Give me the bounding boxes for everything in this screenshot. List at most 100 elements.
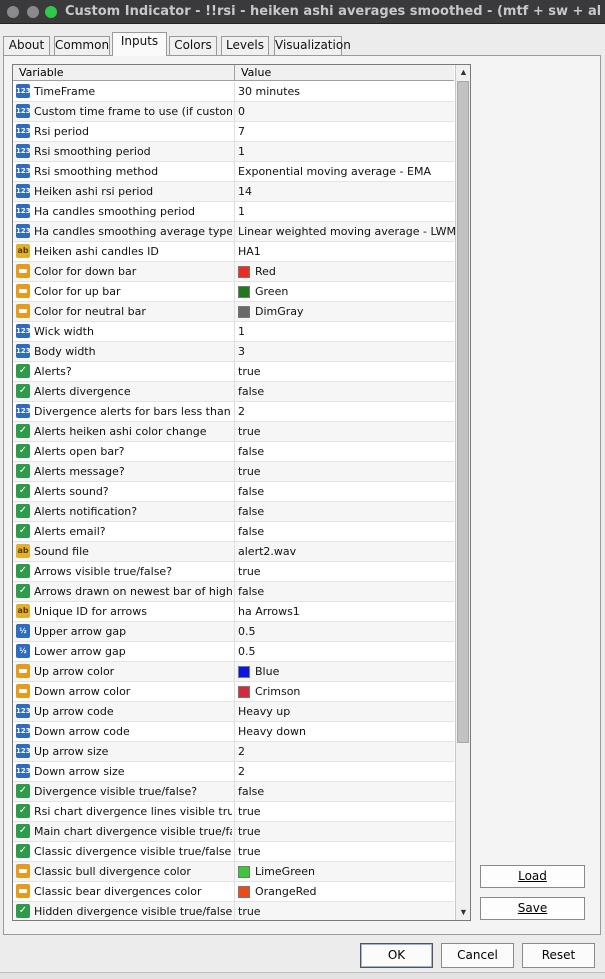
value-cell[interactable]: 30 minutes [235, 82, 454, 102]
value-cell[interactable]: false [235, 382, 454, 402]
value-cell[interactable]: 1 [235, 142, 454, 162]
table-row[interactable]: ½ Lower arrow gap 0.5 [13, 642, 454, 662]
value-cell[interactable]: ha Arrows1 [235, 602, 454, 622]
value-cell[interactable]: Heavy down [235, 722, 454, 742]
value-cell[interactable]: Blue [235, 662, 454, 682]
vertical-scrollbar[interactable]: ▲ ▼ [455, 65, 470, 920]
table-row[interactable]: ✓ Rsi chart divergence lines visible true… [13, 802, 454, 822]
value-cell[interactable]: 7 [235, 122, 454, 142]
value-cell[interactable]: true [235, 562, 454, 582]
value-cell[interactable]: 1 [235, 322, 454, 342]
value-cell[interactable]: 2 [235, 742, 454, 762]
table-row[interactable]: Classic bull divergence color LimeGreen [13, 862, 454, 882]
value-cell[interactable]: 1 [235, 202, 454, 222]
column-header-value[interactable]: Value [235, 65, 454, 81]
scroll-down-icon[interactable]: ▼ [456, 905, 470, 920]
table-row[interactable]: ✓ Alerts sound? false [13, 482, 454, 502]
value-cell[interactable]: Linear weighted moving average - LWMA [235, 222, 463, 242]
value-cell[interactable]: false [235, 502, 454, 522]
value-cell[interactable]: true [235, 802, 454, 822]
table-row[interactable]: ab Heiken ashi candles ID HA1 [13, 242, 454, 262]
table-row[interactable]: ✓ Divergence visible true/false? false [13, 782, 454, 802]
table-row[interactable]: ½ Upper arrow gap 0.5 [13, 622, 454, 642]
table-row[interactable]: 123 Ha candles smoothing period 1 [13, 202, 454, 222]
table-row[interactable]: ✓ Alerts email? false [13, 522, 454, 542]
value-cell[interactable]: true [235, 362, 454, 382]
table-row[interactable]: ✓ Alerts notification? false [13, 502, 454, 522]
value-cell[interactable]: Red [235, 262, 454, 282]
value-cell[interactable]: Heavy up [235, 702, 454, 722]
value-cell[interactable]: Crimson [235, 682, 454, 702]
value-cell[interactable]: 0.5 [235, 622, 454, 642]
table-row[interactable]: 123 Up arrow code Heavy up [13, 702, 454, 722]
value-cell[interactable]: alert2.wav [235, 542, 454, 562]
value-cell[interactable]: true [235, 842, 454, 862]
close-window-icon[interactable] [7, 6, 19, 18]
value-cell[interactable]: 0 [235, 102, 454, 122]
cancel-button[interactable]: Cancel [441, 943, 514, 968]
table-row[interactable]: ✓ Arrows drawn on newest bar of highe... f… [13, 582, 454, 602]
table-row[interactable]: ✓ Classic divergence visible true/false? t… [13, 842, 454, 862]
value-cell[interactable]: true [235, 422, 454, 442]
value-cell[interactable]: DimGray [235, 302, 454, 322]
value-cell[interactable]: false [235, 582, 454, 602]
value-cell[interactable]: Exponential moving average - EMA [235, 162, 454, 182]
table-row[interactable]: 123 TimeFrame 30 minutes [13, 82, 454, 102]
table-row[interactable]: 123Custom time frame to use (if custom t… [13, 102, 454, 122]
value-cell[interactable]: OrangeRed [235, 882, 454, 902]
table-row[interactable]: ab Sound file alert2.wav [13, 542, 454, 562]
reset-button[interactable]: Reset [522, 943, 595, 968]
table-row[interactable]: ✓ Alerts divergence false [13, 382, 454, 402]
table-row[interactable]: ✓ Arrows visible true/false? true [13, 562, 454, 582]
value-cell[interactable]: 2 [235, 762, 454, 782]
value-cell[interactable]: 2 [235, 402, 454, 422]
tab-about[interactable]: About [3, 36, 50, 55]
table-row[interactable]: 123 Rsi smoothing period 1 [13, 142, 454, 162]
value-cell[interactable]: HA1 [235, 242, 454, 262]
value-cell[interactable]: false [235, 522, 454, 542]
table-row[interactable]: ✓ Main chart divergence visible true/fals… [13, 822, 454, 842]
load-button[interactable]: Load [480, 865, 585, 888]
value-cell[interactable]: true [235, 902, 454, 920]
value-cell[interactable]: false [235, 782, 454, 802]
tab-inputs[interactable]: Inputs [112, 32, 167, 56]
table-row[interactable]: 123 Ha candles smoothing average type Line… [13, 222, 463, 242]
value-cell[interactable]: LimeGreen [235, 862, 454, 882]
save-button[interactable]: Save [480, 897, 585, 920]
table-row[interactable]: 123 Wick width 1 [13, 322, 454, 342]
value-cell[interactable]: Green [235, 282, 454, 302]
table-row[interactable]: Color for neutral bar DimGray [13, 302, 454, 322]
value-cell[interactable]: 0.5 [235, 642, 454, 662]
value-cell[interactable]: 14 [235, 182, 454, 202]
table-row[interactable]: 123 Up arrow size 2 [13, 742, 454, 762]
ok-button[interactable]: OK [360, 943, 433, 968]
table-row[interactable]: Color for down bar Red [13, 262, 454, 282]
table-row[interactable]: ab Unique ID for arrows ha Arrows1 [13, 602, 454, 622]
scroll-up-icon[interactable]: ▲ [456, 65, 470, 80]
table-row[interactable]: 123 Down arrow code Heavy down [13, 722, 454, 742]
table-row[interactable]: 123 Heiken ashi rsi period 14 [13, 182, 454, 202]
table-row[interactable]: 123 Rsi period 7 [13, 122, 454, 142]
table-row[interactable]: Up arrow color Blue [13, 662, 454, 682]
table-row[interactable]: Classic bear divergences color OrangeRed [13, 882, 454, 902]
scrollbar-thumb[interactable] [457, 81, 469, 743]
maximize-window-icon[interactable] [45, 6, 57, 18]
table-row[interactable]: 123 Body width 3 [13, 342, 454, 362]
tab-visualization[interactable]: Visualization [274, 36, 351, 55]
table-row[interactable]: ✓ Alerts open bar? false [13, 442, 454, 462]
column-header-variable[interactable]: Variable [13, 65, 235, 81]
minimize-window-icon[interactable] [27, 6, 39, 18]
tab-common[interactable]: Common [54, 36, 110, 55]
value-cell[interactable]: true [235, 822, 454, 842]
table-row[interactable]: 123 Rsi smoothing method Exponential movin… [13, 162, 454, 182]
table-row[interactable]: ✓ Hidden divergence visible true/false? tr… [13, 902, 454, 920]
table-row[interactable]: 123 Down arrow size 2 [13, 762, 454, 782]
table-row[interactable]: 123 Divergence alerts for bars less than … [13, 402, 454, 422]
value-cell[interactable]: false [235, 442, 454, 462]
tab-levels[interactable]: Levels [221, 36, 269, 55]
table-row[interactable]: ✓ Alerts? true [13, 362, 454, 382]
table-row[interactable]: ✓ Alerts message? true [13, 462, 454, 482]
value-cell[interactable]: true [235, 462, 454, 482]
tab-colors[interactable]: Colors [169, 36, 217, 55]
table-row[interactable]: ✓ Alerts heiken ashi color change true [13, 422, 454, 442]
